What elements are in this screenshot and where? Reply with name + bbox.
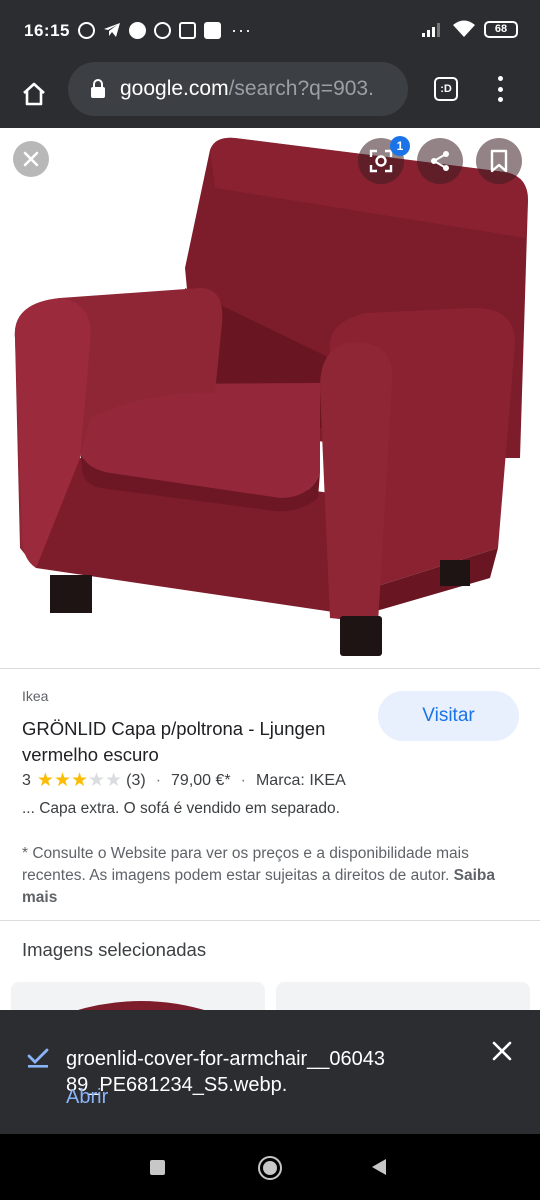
clock: 16:15 bbox=[24, 21, 70, 40]
system-home-button[interactable] bbox=[258, 1156, 282, 1180]
status-bar: 16:15 ··· 68 bbox=[0, 0, 540, 60]
bookmark-icon bbox=[490, 149, 508, 173]
back-button[interactable] bbox=[372, 1159, 386, 1175]
separator: · bbox=[240, 772, 246, 789]
rating-value: 3 bbox=[22, 772, 31, 789]
divider bbox=[0, 920, 540, 921]
telegram-icon bbox=[104, 23, 120, 37]
visit-button[interactable]: Visitar bbox=[378, 691, 519, 741]
result-title[interactable]: GRÖNLID Capa p/poltrona - Ljungen vermel… bbox=[22, 716, 362, 768]
save-button[interactable] bbox=[476, 138, 522, 184]
result-snippet: ... Capa extra. O sofá é vendido em sepa… bbox=[22, 800, 340, 817]
battery-icon: 68 bbox=[484, 20, 518, 38]
star-empty-icon: ★ bbox=[88, 770, 106, 791]
lock-icon bbox=[90, 79, 106, 99]
price: 79,00 €* bbox=[171, 772, 231, 789]
recent-apps-button[interactable] bbox=[150, 1160, 165, 1175]
notification-icons: ··· bbox=[78, 21, 252, 39]
open-download-button[interactable]: Abrir bbox=[66, 1086, 108, 1109]
facebook-icon bbox=[129, 21, 146, 39]
lens-badge: 1 bbox=[390, 136, 410, 156]
pinterest-icon bbox=[78, 21, 95, 39]
star-filled-icon: ★ bbox=[36, 770, 54, 791]
lens-icon bbox=[369, 149, 393, 173]
system-nav-bar bbox=[0, 1134, 540, 1200]
download-complete-icon bbox=[27, 1048, 49, 1068]
disclaimer: * Consulte o Website para ver os preços … bbox=[22, 843, 522, 909]
close-viewer-button[interactable] bbox=[13, 141, 49, 177]
dismiss-download-button[interactable] bbox=[487, 1036, 517, 1066]
whatsapp-icon bbox=[154, 21, 171, 39]
rating-stars: ★ ★ ★ ★ ★ bbox=[37, 771, 122, 791]
wifi-icon bbox=[453, 20, 475, 37]
related-images-title: Imagens selecionadas bbox=[22, 939, 207, 960]
signal-icon bbox=[422, 23, 440, 37]
star-empty-icon: ★ bbox=[105, 770, 123, 791]
download-filename: groenlid-cover-for-armchair__0604389_PE6… bbox=[66, 1048, 386, 1096]
share-icon bbox=[431, 151, 449, 171]
home-dot bbox=[263, 1161, 277, 1175]
separator: · bbox=[155, 772, 162, 789]
outlook-icon bbox=[179, 21, 196, 39]
close-icon bbox=[492, 1041, 512, 1061]
menu-dot bbox=[497, 97, 503, 102]
result-source: Ikea bbox=[22, 688, 49, 704]
home-button[interactable] bbox=[14, 74, 54, 114]
close-icon bbox=[23, 151, 39, 167]
brand: Marca: IKEA bbox=[255, 772, 346, 789]
tab-switcher-button[interactable]: :D bbox=[434, 77, 458, 101]
result-meta: 3 ★ ★ ★ ★ ★ (3) · 79,00 €* · Marca: IKEA bbox=[22, 771, 346, 791]
share-button[interactable] bbox=[417, 138, 463, 184]
star-filled-icon: ★ bbox=[53, 770, 71, 791]
star-filled-icon: ★ bbox=[71, 770, 89, 791]
url-path: /search?q=903. bbox=[228, 77, 374, 100]
menu-dot bbox=[497, 86, 503, 92]
browser-menu-button[interactable] bbox=[488, 73, 512, 105]
divider bbox=[0, 668, 540, 669]
browser-toolbar: google.com/search?q=903. :D bbox=[0, 60, 540, 128]
url-domain: google.com bbox=[120, 77, 229, 100]
more-notifications-icon: ··· bbox=[231, 19, 252, 40]
disclaimer-text: * Consulte o Website para ver os preços … bbox=[22, 845, 469, 884]
menu-dot bbox=[497, 76, 503, 81]
download-snackbar: groenlid-cover-for-armchair__0604389_PE6… bbox=[0, 1010, 540, 1134]
address-bar[interactable]: google.com/search?q=903. bbox=[68, 62, 408, 116]
home-icon bbox=[23, 82, 45, 106]
image-viewer[interactable]: 1 bbox=[0, 128, 540, 668]
gmail-icon bbox=[204, 21, 221, 39]
system-icons: 68 bbox=[422, 20, 518, 38]
armchair-image bbox=[14, 137, 528, 656]
review-count: (3) bbox=[126, 772, 146, 789]
